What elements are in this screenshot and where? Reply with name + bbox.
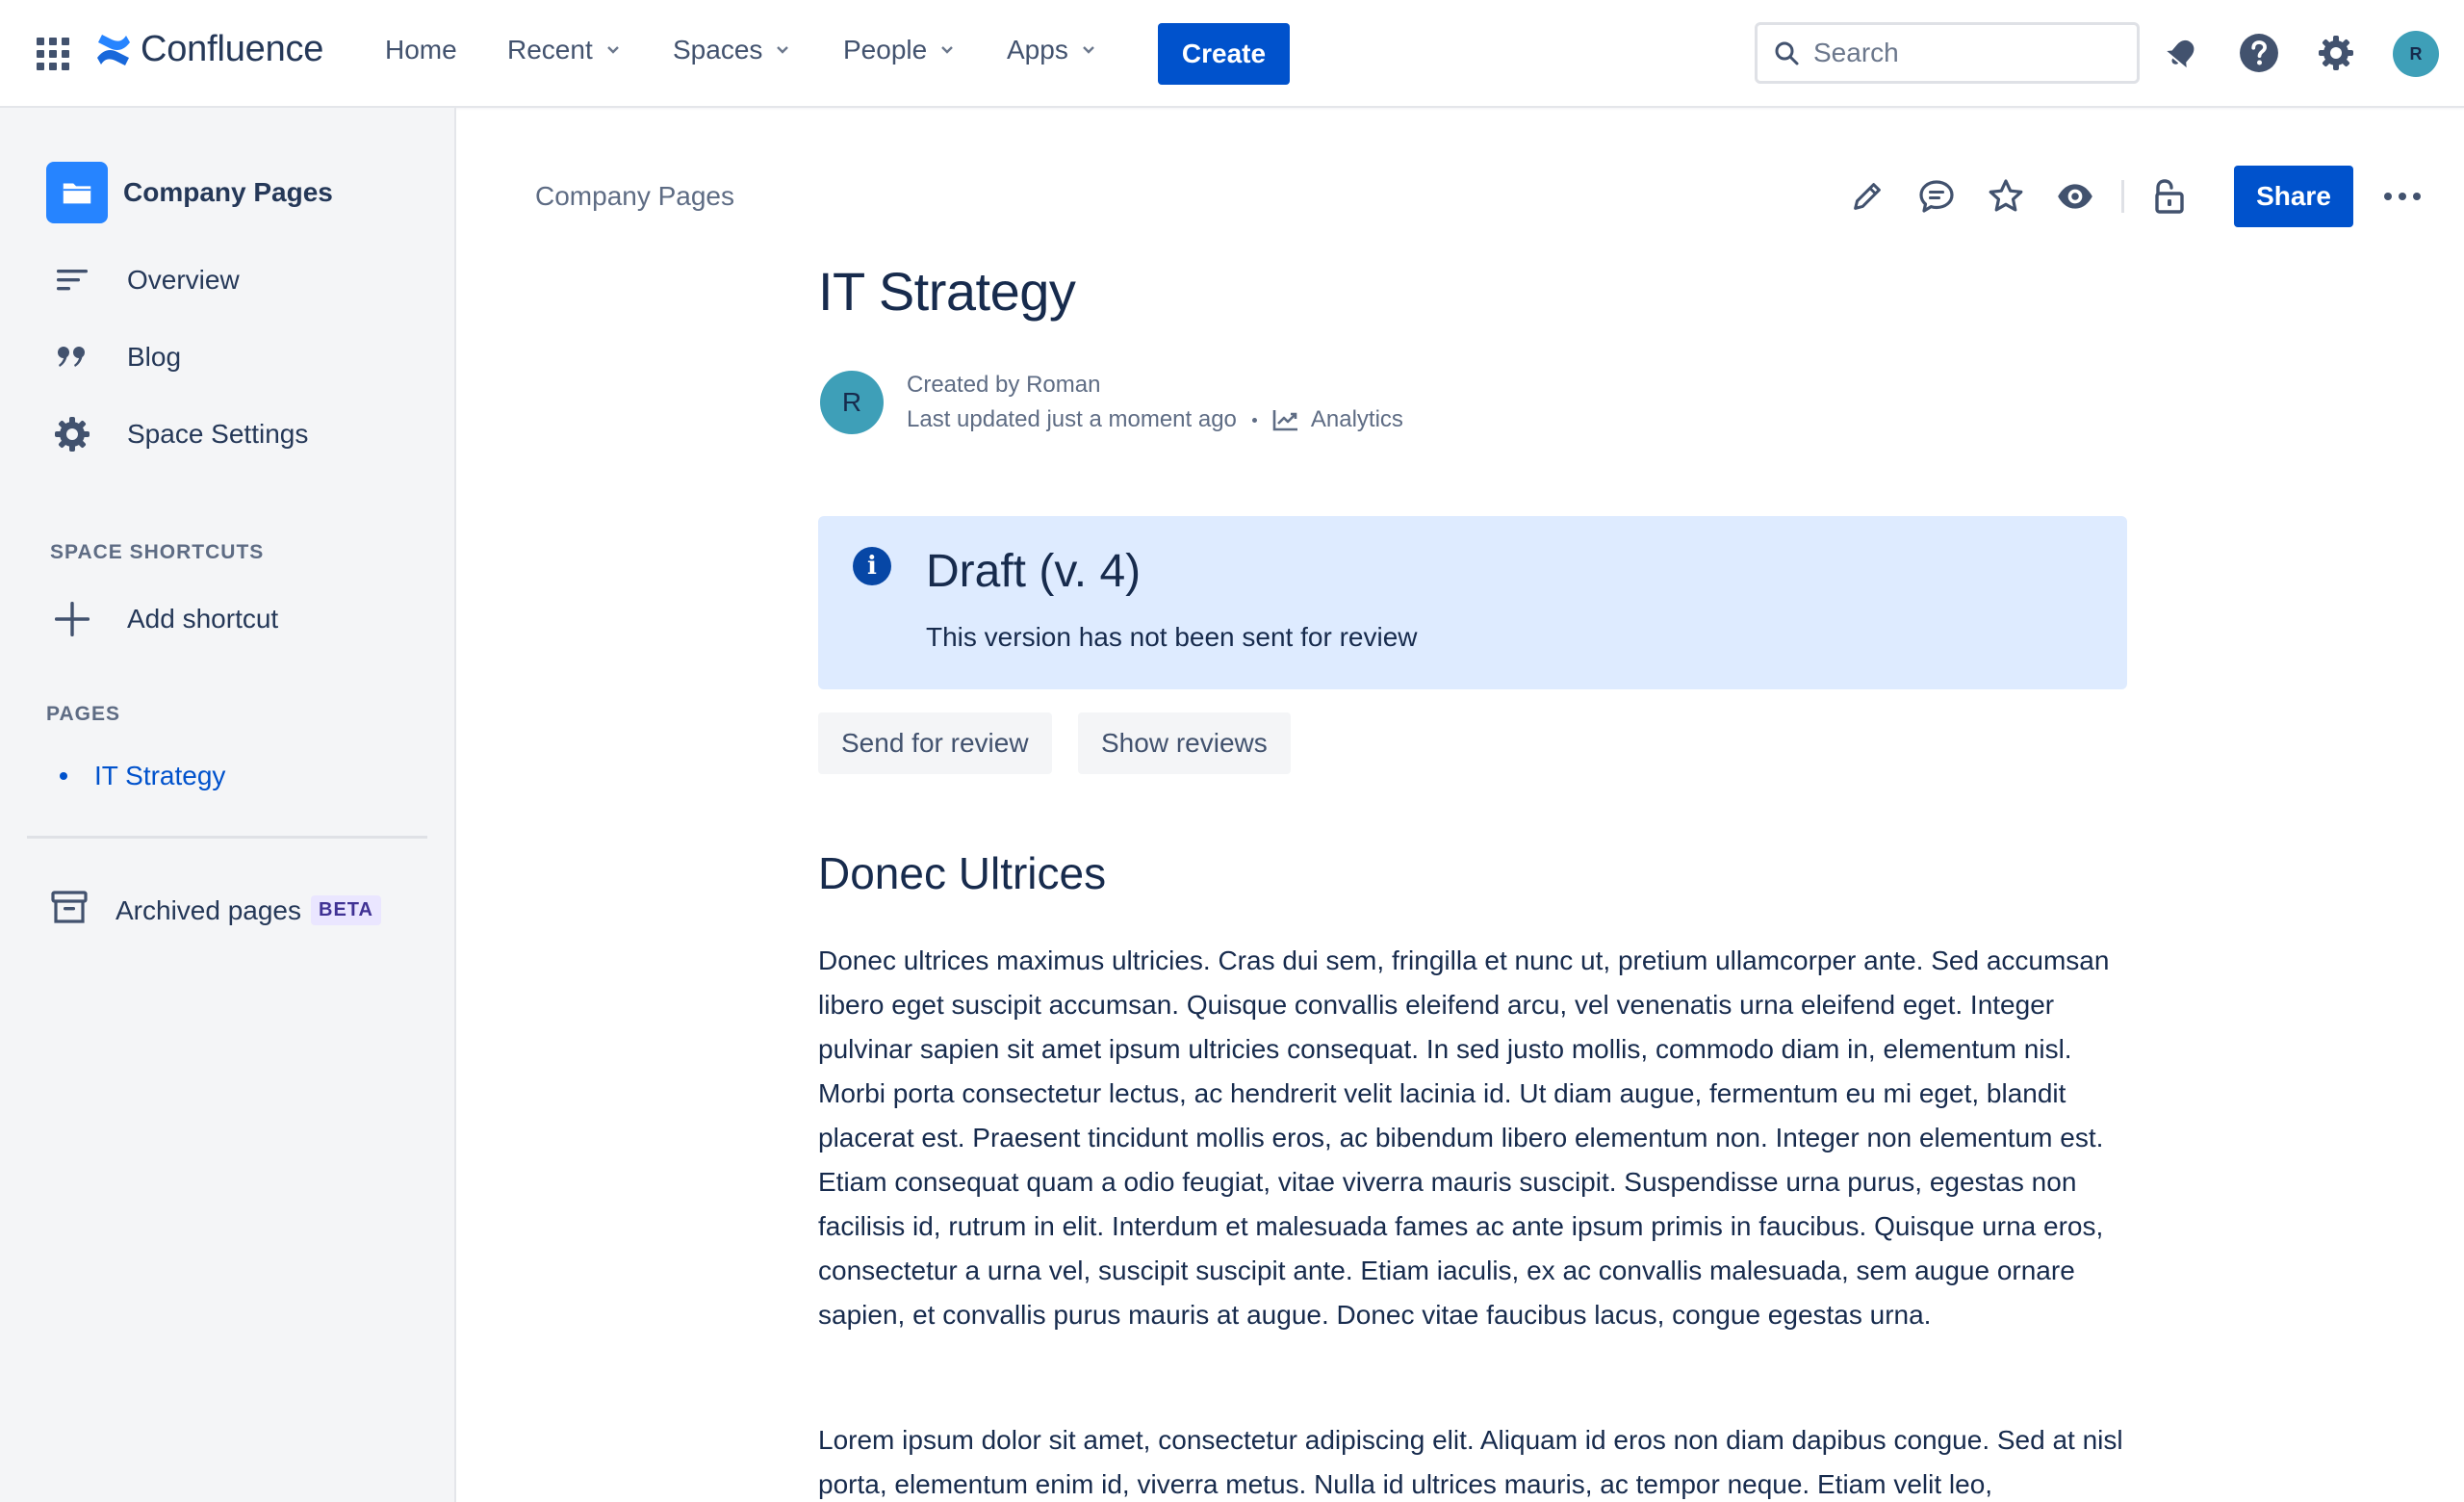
byline-text: Created by Roman Last updated just a mom… (907, 368, 1403, 437)
help-icon[interactable] (2237, 31, 2281, 75)
draft-info-panel: i Draft (v. 4) This version has not been… (818, 516, 2127, 689)
user-avatar[interactable]: R (2393, 31, 2439, 77)
archive-icon (50, 888, 89, 933)
beta-badge: BETA (311, 895, 381, 925)
chevron-down-icon (1082, 46, 1094, 54)
body-paragraph: Donec ultrices maximus ultricies. Cras d… (818, 945, 2110, 1330)
watch-button[interactable] (2052, 173, 2098, 220)
brand-name: Confluence (141, 29, 324, 69)
plus-icon (50, 597, 94, 641)
show-reviews-button[interactable]: Show reviews (1078, 712, 1291, 774)
pencil-icon (1854, 183, 1881, 210)
share-button[interactable]: Share (2234, 166, 2353, 227)
chevron-down-icon (777, 46, 789, 54)
app-switcher-icon[interactable] (37, 38, 69, 70)
analytics-icon (1272, 410, 1297, 431)
add-shortcut-button[interactable]: Add shortcut (50, 597, 278, 641)
sidebar-item-label: Space Settings (127, 419, 309, 449)
unlock-icon (2155, 179, 2184, 214)
breadcrumb-space[interactable]: Company Pages (535, 181, 734, 211)
page-tree-item-label: IT Strategy (94, 761, 226, 790)
breadcrumb[interactable]: Company Pages (535, 181, 734, 212)
comment-button[interactable] (1913, 173, 1960, 220)
restrictions-button[interactable] (2145, 173, 2192, 220)
analytics-link[interactable]: Analytics (1272, 402, 1403, 437)
nav-recent-label: Recent (507, 35, 593, 65)
gear-icon (50, 412, 94, 456)
nav-spaces-label: Spaces (673, 35, 763, 65)
top-navigation: Confluence Home Recent Spaces People App… (0, 0, 2464, 108)
quote-icon (50, 335, 94, 379)
nav-home-label: Home (385, 35, 457, 65)
sidebar: Company Pages Overview Blog Space Settin… (0, 108, 456, 1502)
confluence-logo-icon (97, 34, 130, 65)
user-avatar-initial: R (2409, 43, 2423, 64)
author-avatar-initial: R (841, 387, 862, 417)
space-name: Company Pages (123, 177, 333, 207)
panel-title: Draft (v. 4) (926, 546, 1142, 597)
more-actions-button[interactable] (2378, 173, 2426, 220)
panel-text: This version has not been sent for revie… (926, 622, 1418, 652)
separator-dot (1251, 417, 1257, 423)
page-tree-item[interactable]: IT Strategy (60, 761, 225, 791)
info-icon: i (853, 547, 891, 585)
nav-spaces[interactable]: Spaces (673, 35, 789, 65)
send-for-review-button[interactable]: Send for review (818, 712, 1052, 774)
bullet-icon (60, 772, 67, 780)
last-updated[interactable]: Last updated just a moment ago (907, 402, 1237, 437)
nav-recent[interactable]: Recent (507, 35, 620, 65)
search-box[interactable] (1755, 22, 2140, 84)
overview-icon (50, 258, 94, 302)
actions-divider (2121, 180, 2124, 213)
author-avatar[interactable]: R (820, 371, 884, 434)
eye-icon (2058, 184, 2092, 209)
sidebar-item-label: Overview (127, 265, 240, 295)
section-heading: Donec Ultrices (818, 848, 1107, 898)
confluence-logo[interactable]: Confluence (94, 29, 323, 70)
created-by: Created by Roman (907, 372, 1101, 398)
sidebar-item-blog[interactable]: Blog (50, 335, 181, 379)
chevron-down-icon (941, 46, 954, 54)
pages-heading: PAGES (46, 703, 120, 725)
sidebar-item-overview[interactable]: Overview (50, 258, 240, 302)
nav-apps[interactable]: Apps (1007, 35, 1095, 65)
page-title: IT Strategy (818, 261, 1076, 322)
page-actions: Share (1844, 166, 2426, 227)
comment-icon (1919, 180, 1954, 213)
add-shortcut-label: Add shortcut (127, 604, 279, 634)
byline-row: Last updated just a moment ago Analytics (907, 402, 1403, 437)
star-icon (1989, 179, 2023, 212)
page-byline: R Created by Roman Last updated just a m… (820, 368, 1403, 437)
sidebar-divider (27, 836, 427, 839)
space-header[interactable]: Company Pages (46, 162, 333, 223)
folder-icon (46, 162, 108, 223)
notifications-icon[interactable] (2160, 31, 2204, 75)
space-shortcuts-heading: SPACE SHORTCUTS (50, 541, 265, 563)
star-button[interactable] (1983, 173, 2029, 220)
nav-apps-label: Apps (1007, 35, 1068, 65)
sidebar-item-space-settings[interactable]: Space Settings (50, 412, 308, 456)
archived-pages-label: Archived pages (116, 894, 302, 925)
body-paragraph: Lorem ipsum dolor sit amet, consectetur … (818, 1425, 2123, 1499)
analytics-label: Analytics (1310, 406, 1403, 432)
chevron-down-icon (606, 46, 619, 54)
more-icon (2384, 193, 2421, 200)
search-input[interactable] (1813, 38, 2121, 68)
search-icon (1775, 41, 1799, 65)
nav-home[interactable]: Home (385, 35, 457, 65)
settings-icon[interactable] (2314, 31, 2358, 75)
nav-people-label: People (843, 35, 928, 65)
create-button[interactable]: Create (1158, 23, 1290, 85)
edit-button[interactable] (1844, 173, 1890, 220)
archived-pages-link[interactable]: Archived pages BETA (50, 888, 381, 933)
nav-people[interactable]: People (843, 35, 954, 65)
sidebar-item-label: Blog (127, 342, 182, 372)
